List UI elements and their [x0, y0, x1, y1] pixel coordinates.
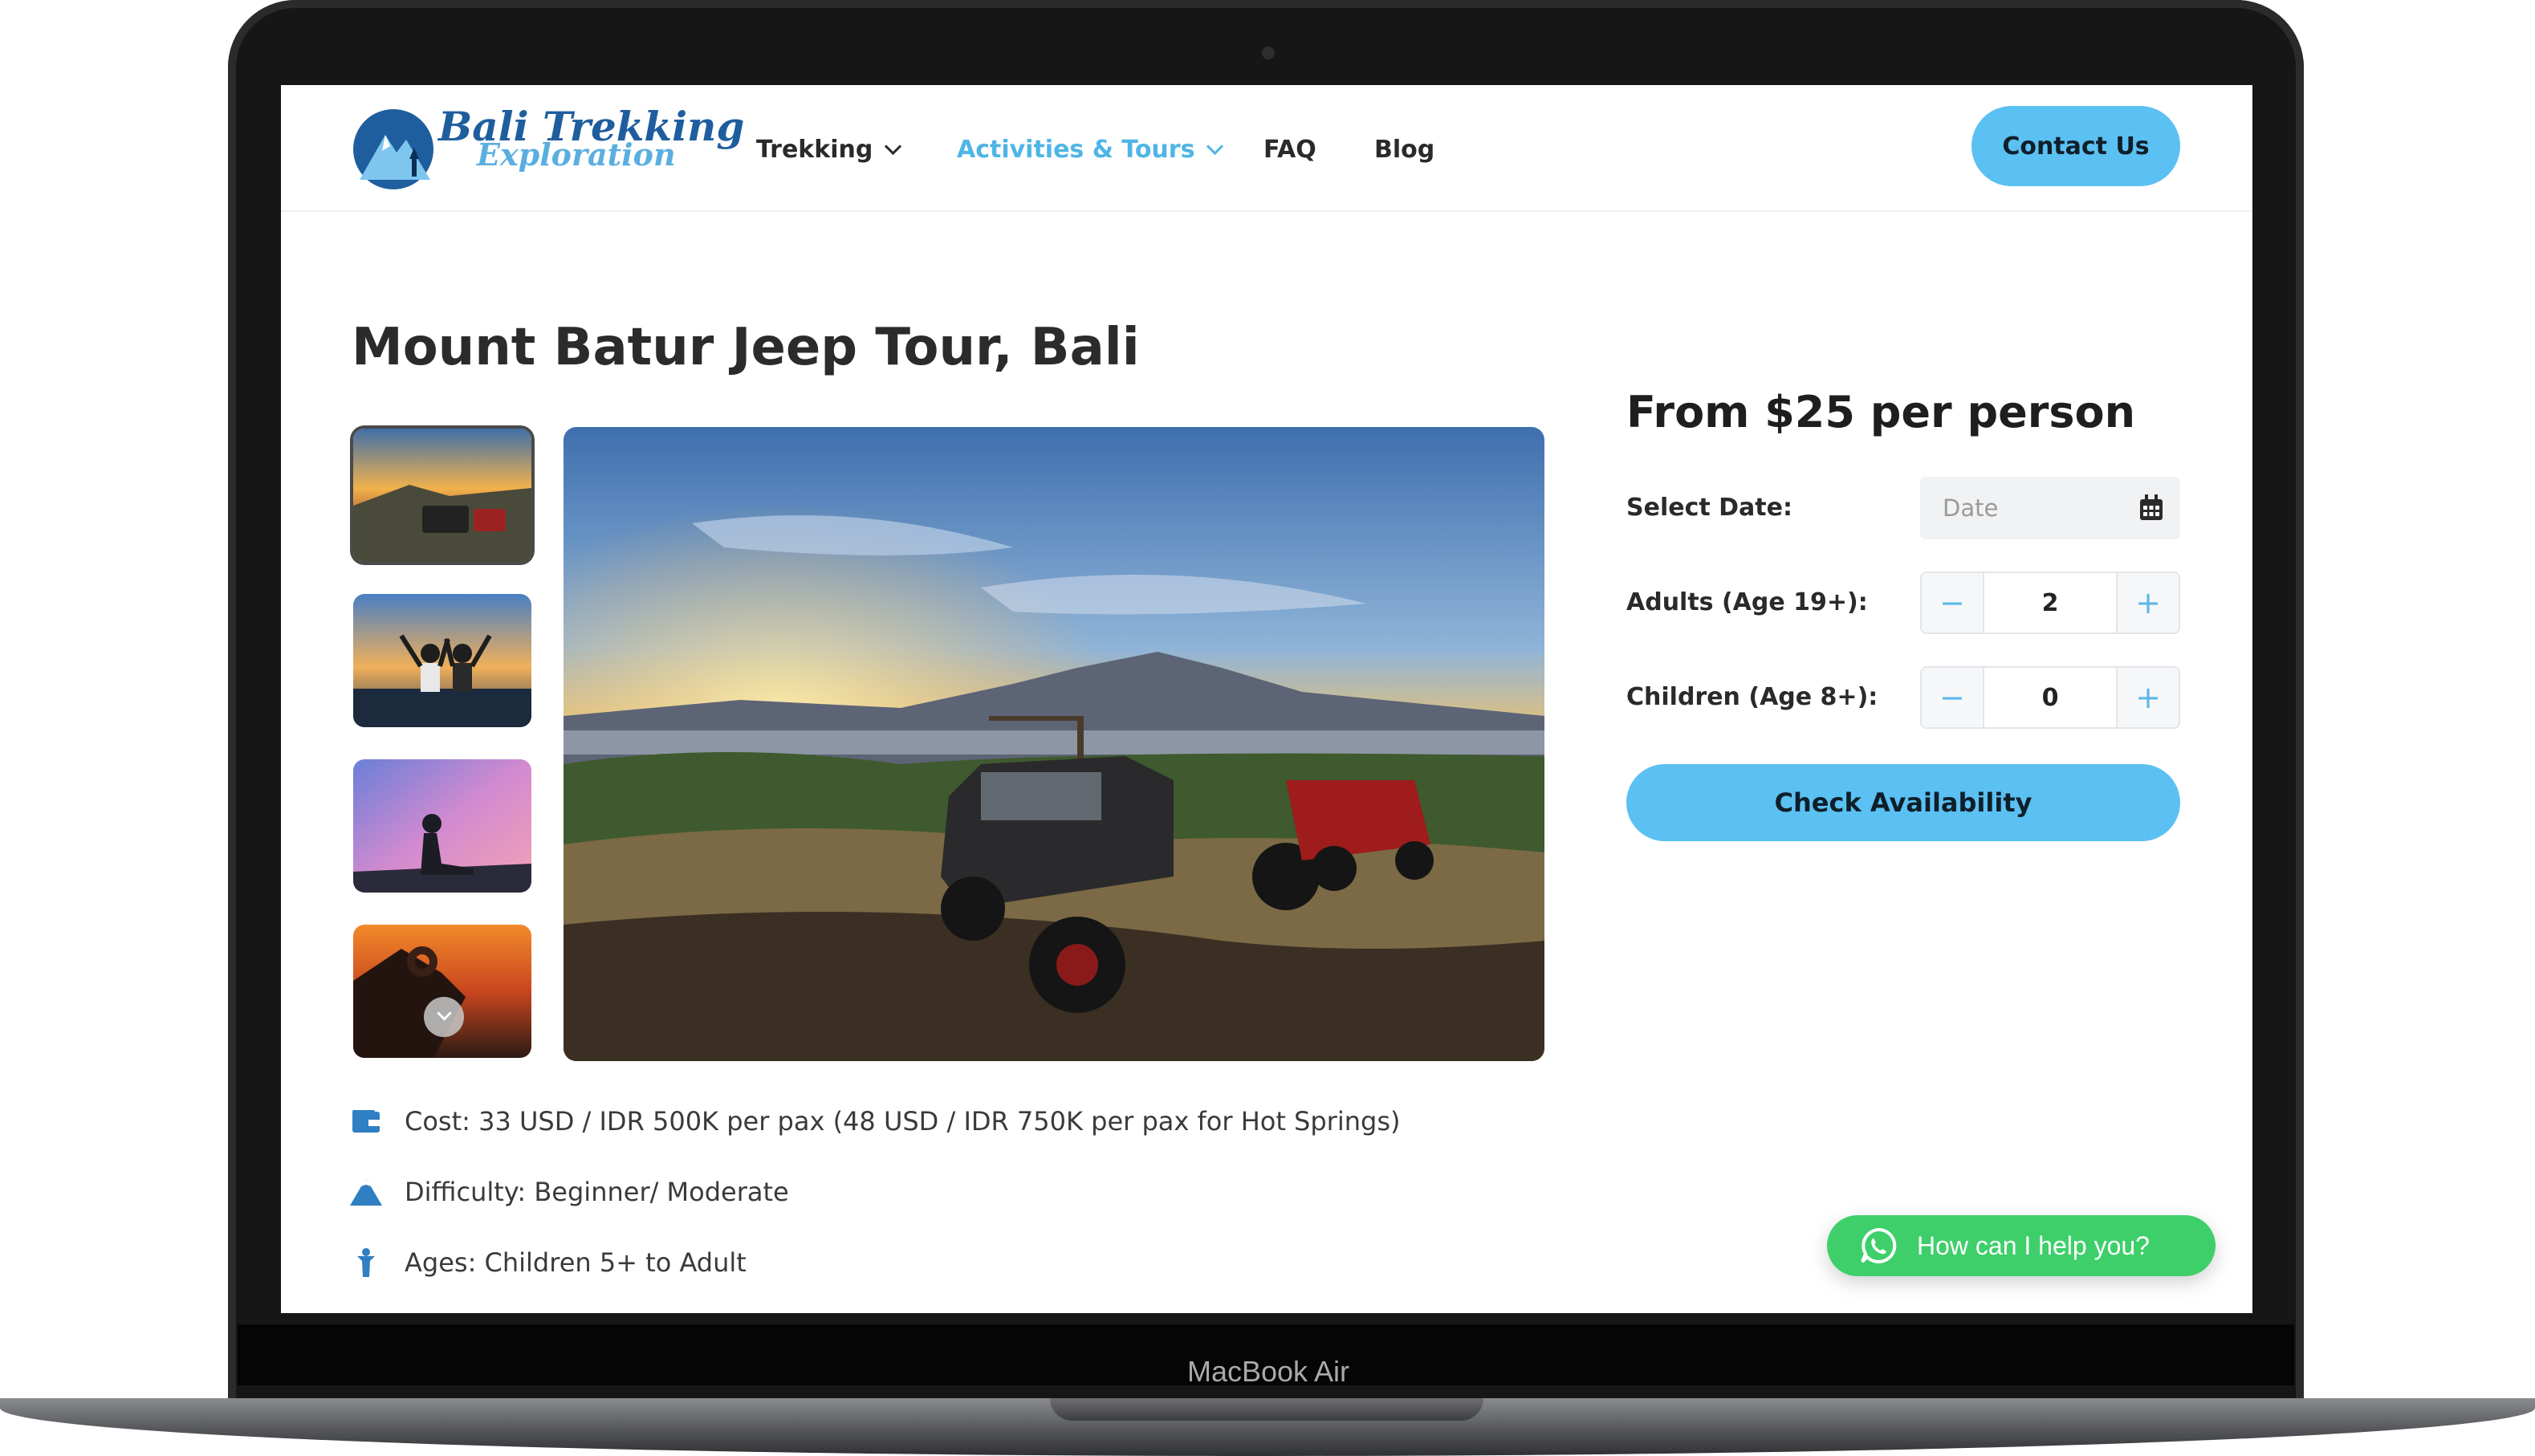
person-icon	[350, 1247, 382, 1279]
nav-trekking-label: Trekking	[756, 135, 873, 164]
logo-subtitle: Exploration	[477, 136, 676, 173]
info-cost-text: Cost: 33 USD / IDR 500K per pax (48 USD …	[405, 1106, 1401, 1137]
check-availability-button[interactable]: Check Availability	[1626, 764, 2180, 841]
nav-faq-label: FAQ	[1263, 135, 1316, 164]
nav-trekking[interactable]: Trekking	[756, 125, 902, 173]
thumbnail-image	[353, 594, 531, 727]
nav-faq[interactable]: FAQ	[1263, 125, 1316, 173]
adults-increment-button[interactable]: +	[2116, 573, 2179, 632]
adults-stepper: − 2 +	[1920, 571, 2180, 634]
laptop-notch	[1050, 1398, 1483, 1421]
info-difficulty-text: Difficulty: Beginner/ Moderate	[405, 1177, 789, 1207]
logo-mountain-icon	[353, 109, 433, 189]
site-logo[interactable]: Bali Trekking Exploration	[350, 103, 744, 193]
date-input[interactable]: Date	[1920, 477, 2180, 539]
whatsapp-icon	[1861, 1227, 1897, 1263]
info-cost: Cost: 33 USD / IDR 500K per pax (48 USD …	[350, 1101, 1400, 1141]
date-placeholder: Date	[1943, 494, 1999, 522]
info-difficulty: Difficulty: Beginner/ Moderate	[350, 1172, 789, 1212]
chevron-down-icon	[436, 1005, 452, 1021]
info-ages-text: Ages: Children 5+ to Adult	[405, 1247, 747, 1278]
mountain-icon	[350, 1176, 382, 1208]
page-title: Mount Batur Jeep Tour, Bali	[352, 318, 1140, 377]
price-heading: From $25 per person	[1626, 387, 2136, 437]
thumbnail-image	[353, 429, 531, 562]
chevron-down-icon	[1206, 137, 1224, 155]
main-photo-image	[564, 427, 1544, 1061]
children-decrement-button[interactable]: −	[1922, 668, 1984, 727]
camera-icon	[1262, 47, 1275, 59]
nav-activities-label: Activities & Tours	[957, 135, 1195, 164]
site-header: Bali Trekking Exploration Trekking Activ…	[281, 85, 2252, 212]
gallery-scroll-down-button[interactable]	[424, 997, 464, 1037]
nav-blog[interactable]: Blog	[1374, 125, 1434, 173]
chat-label: How can I help you?	[1917, 1230, 2150, 1260]
wallet-icon	[350, 1105, 382, 1137]
info-ages: Ages: Children 5+ to Adult	[350, 1242, 747, 1283]
gallery-thumbnail[interactable]	[353, 759, 531, 893]
main-tour-photo[interactable]	[564, 427, 1544, 1061]
children-label: Children (Age 8+):	[1626, 682, 1878, 711]
chevron-down-icon	[885, 137, 902, 155]
thumbnail-image	[353, 925, 531, 1058]
nav-blog-label: Blog	[1374, 135, 1435, 164]
children-value[interactable]: 0	[1983, 668, 2118, 727]
children-stepper: − 0 +	[1920, 666, 2180, 729]
device-label: MacBook Air	[1186, 1355, 1350, 1388]
gallery-thumbnail[interactable]	[353, 429, 531, 562]
contact-us-button[interactable]: Contact Us	[1971, 106, 2180, 186]
whatsapp-chat-button[interactable]: How can I help you?	[1827, 1215, 2216, 1276]
nav-activities-tours[interactable]: Activities & Tours	[957, 125, 1224, 173]
gallery-thumbnail[interactable]	[353, 594, 531, 727]
thumbnail-image	[353, 759, 531, 893]
gallery-thumbnail[interactable]	[353, 925, 531, 1058]
children-increment-button[interactable]: +	[2116, 668, 2179, 727]
browser-screen: Bali Trekking Exploration Trekking Activ…	[281, 85, 2252, 1313]
date-label: Select Date:	[1626, 493, 1792, 522]
adults-value[interactable]: 2	[1983, 573, 2118, 632]
adults-decrement-button[interactable]: −	[1922, 573, 1984, 632]
calendar-icon[interactable]	[2138, 494, 2164, 522]
adults-label: Adults (Age 19+):	[1626, 588, 1868, 616]
